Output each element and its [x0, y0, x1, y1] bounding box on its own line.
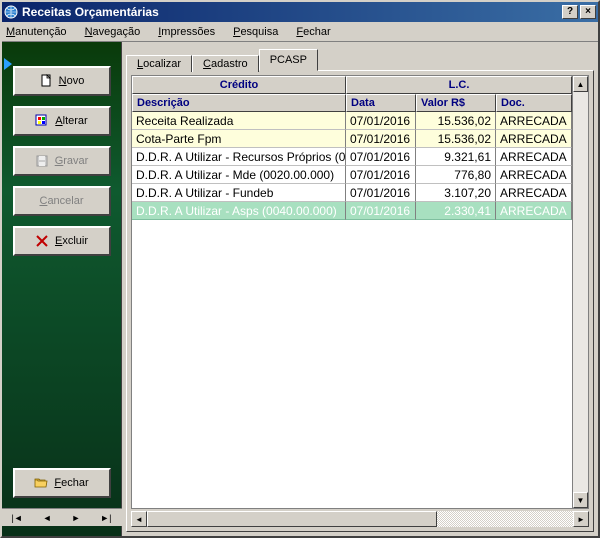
col-data[interactable]: Data — [346, 94, 416, 112]
cell-valor[interactable]: 3.107,20 — [416, 184, 496, 202]
cell-data[interactable]: 07/01/2016 — [346, 148, 416, 166]
delete-icon — [35, 234, 49, 248]
cell-descricao[interactable]: D.D.R. A Utilizar - Mde (0020.00.000) — [132, 166, 346, 184]
cell-descricao[interactable]: D.D.R. A Utilizar - Recursos Próprios (0… — [132, 148, 346, 166]
cell-doc[interactable]: ARRECADA — [496, 130, 572, 148]
cell-valor[interactable]: 9.321,61 — [416, 148, 496, 166]
cell-descricao[interactable]: D.D.R. A Utilizar - Fundeb — [132, 184, 346, 202]
edit-icon — [35, 114, 49, 128]
gravar-button: Gravar — [13, 146, 111, 176]
scroll-thumb-h[interactable] — [147, 511, 437, 527]
save-icon — [35, 154, 49, 168]
tab-panel-pcasp: Crédito L.C. Descrição Data Valor R$ Doc… — [126, 70, 594, 532]
cell-valor[interactable]: 15.536,02 — [416, 112, 496, 130]
alterar-button[interactable]: Alterar — [13, 106, 111, 136]
cell-valor[interactable]: 776,80 — [416, 166, 496, 184]
cell-data[interactable]: 07/01/2016 — [346, 184, 416, 202]
cell-doc[interactable]: ARRECADA — [496, 202, 572, 220]
cell-doc[interactable]: ARRECADA — [496, 112, 572, 130]
table-row[interactable]: D.D.R. A Utilizar - Mde (0020.00.000)07/… — [132, 166, 572, 184]
nav-first-button[interactable]: |◄ — [11, 513, 22, 523]
cell-valor[interactable]: 2.330,41 — [416, 202, 496, 220]
title-bar: Receitas Orçamentárias ? × — [2, 2, 598, 22]
cancelar-button: Cancelar — [13, 186, 111, 216]
vertical-scrollbar[interactable]: ▲ ▼ — [572, 76, 588, 508]
menu-impressoes[interactable]: Impressões — [158, 26, 215, 38]
scroll-track-v[interactable] — [573, 92, 588, 492]
grid-body[interactable]: Receita Realizada07/01/201615.536,02ARRE… — [132, 112, 572, 508]
menu-fechar[interactable]: Fechar — [296, 26, 330, 38]
table-row[interactable]: Cota-Parte Fpm07/01/201615.536,02ARRECAD… — [132, 130, 572, 148]
cell-doc[interactable]: ARRECADA — [496, 148, 572, 166]
fechar-button[interactable]: Fechar — [13, 468, 111, 498]
cell-data[interactable]: 07/01/2016 — [346, 202, 416, 220]
novo-button[interactable]: Novo — [13, 66, 111, 96]
help-button[interactable]: ? — [562, 5, 578, 19]
nav-next-button[interactable]: ► — [71, 513, 80, 523]
tab-strip: Localizar Cadastro PCASP — [126, 48, 594, 70]
new-doc-icon — [39, 74, 53, 88]
header-group-credito[interactable]: Crédito — [132, 76, 346, 94]
body: Novo Alterar Gravar Cancelar — [2, 42, 598, 536]
cell-descricao[interactable]: D.D.R. A Utilizar - Asps (0040.00.000) — [132, 202, 346, 220]
app-icon — [4, 5, 18, 19]
scroll-down-button[interactable]: ▼ — [573, 492, 588, 508]
cell-data[interactable]: 07/01/2016 — [346, 112, 416, 130]
excluir-button[interactable]: Excluir — [13, 226, 111, 256]
menu-manutencao[interactable]: Manutenção — [6, 26, 67, 38]
scroll-track-h[interactable] — [147, 511, 573, 527]
cell-data[interactable]: 07/01/2016 — [346, 130, 416, 148]
horizontal-scrollbar[interactable]: ◄ ► — [131, 511, 589, 527]
folder-open-icon — [34, 476, 48, 490]
cell-descricao[interactable]: Receita Realizada — [132, 112, 346, 130]
table-row[interactable]: Receita Realizada07/01/201615.536,02ARRE… — [132, 112, 572, 130]
cell-data[interactable]: 07/01/2016 — [346, 166, 416, 184]
tab-localizar[interactable]: Localizar — [126, 55, 192, 72]
menu-navegacao[interactable]: Navegação — [85, 26, 141, 38]
scroll-left-button[interactable]: ◄ — [131, 511, 147, 527]
col-descricao[interactable]: Descrição — [132, 94, 346, 112]
cell-doc[interactable]: ARRECADA — [496, 184, 572, 202]
nav-last-button[interactable]: ►| — [100, 513, 111, 523]
menu-pesquisa[interactable]: Pesquisa — [233, 26, 278, 38]
col-doc[interactable]: Doc. — [496, 94, 572, 112]
record-navigator: |◄ ◄ ► ►| — [2, 508, 122, 526]
sidebar: Novo Alterar Gravar Cancelar — [2, 42, 122, 536]
nav-prev-button[interactable]: ◄ — [43, 513, 52, 523]
window-title: Receitas Orçamentárias — [22, 5, 562, 19]
close-window-button[interactable]: × — [580, 5, 596, 19]
tab-pcasp[interactable]: PCASP — [259, 49, 318, 71]
grid-headers: Crédito L.C. Descrição Data Valor R$ Doc… — [132, 76, 572, 112]
header-group-lc[interactable]: L.C. — [346, 76, 572, 94]
table-row[interactable]: D.D.R. A Utilizar - Fundeb07/01/20163.10… — [132, 184, 572, 202]
app-window: Receitas Orçamentárias ? × Manutenção Na… — [0, 0, 600, 538]
main-panel: Localizar Cadastro PCASP Crédito L.C. De… — [122, 42, 598, 536]
menu-bar: Manutenção Navegação Impressões Pesquisa… — [2, 22, 598, 42]
sidebar-expand-icon[interactable] — [4, 58, 12, 70]
cell-doc[interactable]: ARRECADA — [496, 166, 572, 184]
cell-descricao[interactable]: Cota-Parte Fpm — [132, 130, 346, 148]
scroll-right-button[interactable]: ► — [573, 511, 589, 527]
scroll-up-button[interactable]: ▲ — [573, 76, 588, 92]
col-valor[interactable]: Valor R$ — [416, 94, 496, 112]
table-row[interactable]: D.D.R. A Utilizar - Recursos Próprios (0… — [132, 148, 572, 166]
tab-cadastro[interactable]: Cadastro — [192, 55, 259, 72]
data-grid[interactable]: Crédito L.C. Descrição Data Valor R$ Doc… — [131, 75, 589, 509]
cell-valor[interactable]: 15.536,02 — [416, 130, 496, 148]
table-row[interactable]: D.D.R. A Utilizar - Asps (0040.00.000)07… — [132, 202, 572, 220]
